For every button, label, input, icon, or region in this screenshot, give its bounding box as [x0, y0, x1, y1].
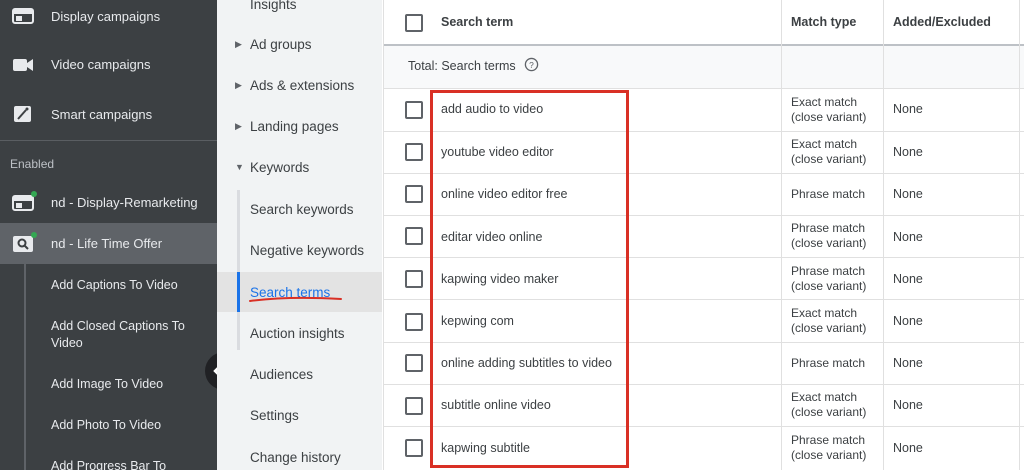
column-divider	[1019, 0, 1020, 470]
menu-label: Audiences	[250, 366, 314, 382]
menu-insights[interactable]: Insights	[217, 0, 382, 24]
menu-label: Negative keywords	[250, 242, 365, 258]
menu-label: Insights	[250, 0, 297, 12]
menu-auction-insights[interactable]: Auction insights	[217, 313, 382, 353]
select-all-checkbox[interactable]	[405, 14, 423, 32]
display-icon	[12, 195, 34, 211]
nav-label: Video campaigns	[51, 57, 151, 72]
match-type-cell: Phrase match	[791, 356, 866, 370]
menu-label: Ad groups	[250, 36, 312, 52]
wand-icon	[14, 106, 31, 122]
match-type-cell: Phrase match (close variant)	[791, 433, 867, 462]
menu-search-keywords[interactable]: Search keywords	[217, 189, 382, 229]
added-excluded-cell: None	[893, 314, 923, 328]
total-row: Total: Search terms ?	[383, 46, 1024, 89]
menu-landing-pages[interactable]: ▶ Landing pages	[217, 106, 382, 146]
row-checkbox[interactable]	[405, 313, 423, 331]
help-icon[interactable]: ?	[524, 57, 539, 72]
match-type-cell: Phrase match (close variant)	[791, 264, 867, 293]
match-type-cell: Exact match (close variant)	[791, 390, 867, 419]
ad-group-item[interactable]: Add Progress Bar To	[51, 458, 211, 470]
menu-ad-groups[interactable]: ▶ Ad groups	[217, 24, 382, 64]
match-type-cell: Exact match (close variant)	[791, 137, 867, 166]
section-label-enabled: Enabled	[10, 157, 55, 171]
added-excluded-cell: None	[893, 230, 923, 244]
header-search-term[interactable]: Search term	[441, 0, 513, 44]
menu-label: Landing pages	[250, 118, 339, 134]
ad-group-item[interactable]: Add Image To Video	[51, 376, 211, 393]
row-checkbox[interactable]	[405, 185, 423, 203]
menu-label: Ads & extensions	[250, 77, 355, 93]
nav-smart-campaigns[interactable]: Smart campaigns	[0, 94, 217, 135]
nav-label: Smart campaigns	[51, 107, 153, 122]
row-checkbox[interactable]	[405, 227, 423, 245]
status-dot	[31, 232, 37, 238]
tree-line	[24, 264, 26, 470]
caret-down-icon: ▼	[235, 162, 244, 172]
nav-video-campaigns[interactable]: Video campaigns	[0, 44, 217, 85]
added-excluded-cell: None	[893, 441, 923, 455]
menu-label: Keywords	[250, 159, 310, 175]
ad-group-item[interactable]: Add Captions To Video	[51, 277, 211, 294]
match-type-cell: Exact match (close variant)	[791, 95, 867, 124]
status-dot	[31, 191, 37, 197]
ad-group-item[interactable]: Add Photo To Video	[51, 417, 211, 434]
match-type-cell: Phrase match (close variant)	[791, 221, 867, 250]
added-excluded-cell: None	[893, 102, 923, 116]
nav-label: Display campaigns	[51, 9, 161, 24]
added-excluded-cell: None	[893, 272, 923, 286]
menu-change-history[interactable]: Change history	[217, 437, 382, 470]
menu-label: Auction insights	[250, 325, 345, 341]
row-checkbox[interactable]	[405, 354, 423, 372]
caret-right-icon: ▶	[235, 38, 242, 49]
display-icon	[12, 8, 34, 24]
svg-text:?: ?	[529, 60, 534, 70]
campaign-label: nd - Display-Remarketing	[51, 195, 198, 210]
campaign-display-remarketing[interactable]: nd - Display-Remarketing	[0, 182, 217, 223]
row-checkbox[interactable]	[405, 143, 423, 161]
column-divider	[383, 0, 384, 470]
caret-right-icon: ▶	[235, 120, 242, 131]
match-type-cell: Phrase match	[791, 187, 866, 201]
column-divider	[781, 0, 782, 470]
caret-right-icon: ▶	[235, 79, 242, 90]
table-header: Search term Match type Added/Excluded	[383, 0, 1024, 46]
menu-label: Change history	[250, 449, 341, 465]
campaign-sidebar: Display campaigns Video campaigns Smart …	[0, 0, 217, 470]
row-checkbox[interactable]	[405, 270, 423, 288]
added-excluded-cell: None	[893, 398, 923, 412]
nav-display-campaigns[interactable]: Display campaigns	[0, 0, 217, 32]
menu-negative-keywords[interactable]: Negative keywords	[217, 230, 382, 270]
campaign-label: nd - Life Time Offer	[51, 236, 163, 251]
header-match-type[interactable]: Match type	[791, 0, 856, 44]
added-excluded-cell: None	[893, 187, 923, 201]
row-checkbox[interactable]	[405, 439, 423, 457]
menu-keywords[interactable]: ▼ Keywords	[217, 147, 382, 187]
menu-settings[interactable]: Settings	[217, 395, 382, 435]
menu-audiences[interactable]: Audiences	[217, 354, 382, 394]
selected-indicator	[237, 272, 240, 312]
ad-group-item[interactable]: Add Closed Captions To Video	[51, 318, 211, 352]
row-checkbox[interactable]	[405, 101, 423, 119]
menu-search-terms[interactable]: Search terms	[217, 272, 382, 312]
divider	[0, 140, 217, 141]
row-checkbox[interactable]	[405, 397, 423, 415]
search-campaign-icon	[13, 236, 33, 252]
menu-label: Settings	[250, 407, 299, 423]
menu-ads-extensions[interactable]: ▶ Ads & extensions	[217, 65, 382, 105]
added-excluded-cell: None	[893, 145, 923, 159]
video-icon	[13, 59, 33, 71]
added-excluded-cell: None	[893, 356, 923, 370]
red-highlight-box	[430, 90, 629, 468]
column-divider	[883, 0, 884, 470]
header-added-excluded[interactable]: Added/Excluded	[893, 0, 991, 44]
total-label: Total: Search terms	[408, 59, 516, 73]
campaign-life-time-offer[interactable]: nd - Life Time Offer	[0, 223, 217, 264]
page-menu: Insights ▶ Ad groups ▶ Ads & extensions ▶ L…	[217, 0, 382, 470]
red-underline-annotation	[249, 296, 342, 302]
menu-label: Search keywords	[250, 201, 354, 217]
match-type-cell: Exact match (close variant)	[791, 306, 867, 335]
